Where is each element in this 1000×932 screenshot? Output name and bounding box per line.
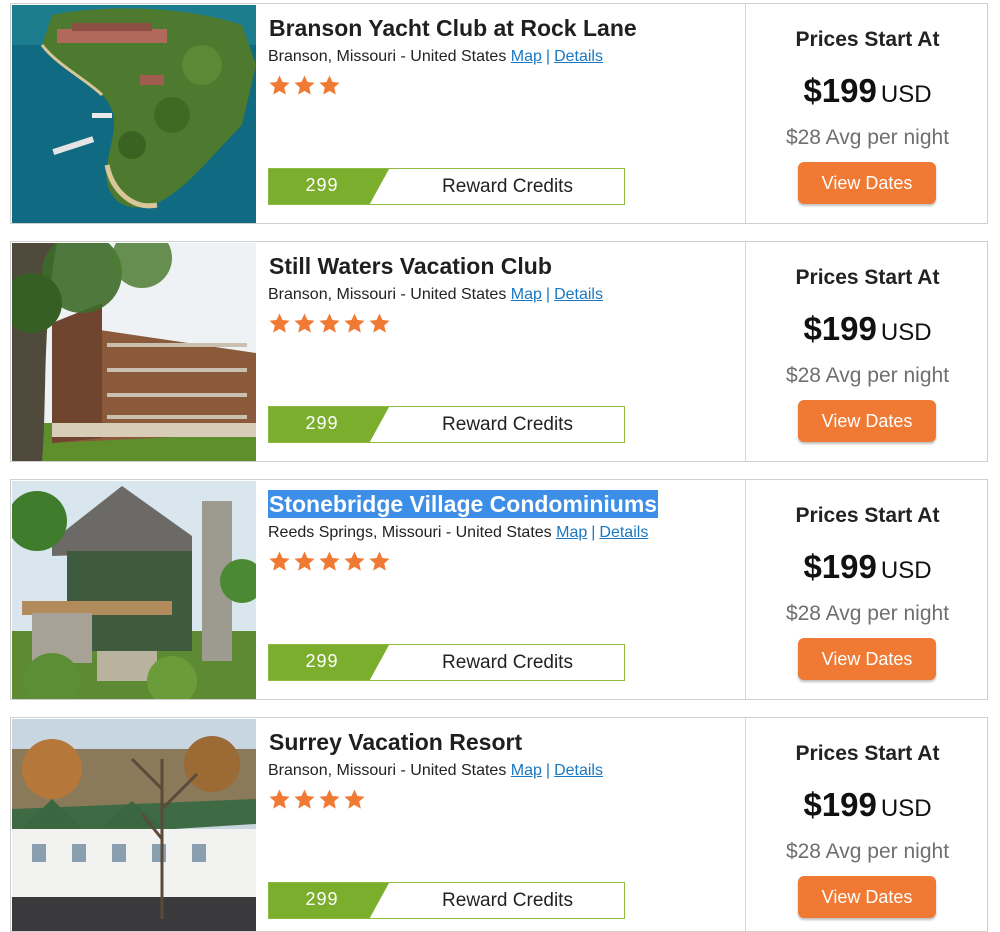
- star-icon: [369, 313, 390, 333]
- link-separator: |: [545, 762, 551, 779]
- view-dates-button[interactable]: View Dates: [798, 638, 936, 680]
- price-header: Prices Start At: [795, 742, 940, 765]
- view-dates-button[interactable]: View Dates: [798, 400, 936, 442]
- star-icon: [269, 789, 290, 809]
- reward-points: 299: [305, 175, 339, 195]
- avg-per-night: $28 Avg per night: [785, 602, 950, 625]
- star-icon: [344, 313, 365, 333]
- price-value: $199: [803, 72, 877, 109]
- details-link[interactable]: Details: [554, 286, 603, 303]
- reward-credits: 299 Reward Credits: [268, 882, 625, 919]
- location-text: Branson, Missouri - United States: [268, 762, 507, 779]
- star-icon: [344, 551, 365, 571]
- resort-name-selected[interactable]: Stonebridge Village Condominiums: [268, 490, 659, 518]
- star-rating: [268, 550, 391, 573]
- map-link[interactable]: Map: [511, 762, 542, 779]
- resort-location: Reeds Springs, Missouri - United States …: [268, 524, 648, 542]
- location-text: Reeds Springs, Missouri - United States: [268, 524, 552, 541]
- resort-location: Branson, Missouri - United States Map | De…: [268, 762, 603, 780]
- price-panel: Prices Start At $199 USD $28 Avg per nigh…: [746, 242, 987, 461]
- reward-points: 299: [305, 651, 339, 671]
- link-separator: |: [545, 48, 551, 65]
- star-icon: [269, 551, 290, 571]
- star-icon: [294, 313, 315, 333]
- avg-per-night: $28 Avg per night: [785, 126, 950, 149]
- reward-credits: 299 Reward Credits: [268, 406, 625, 443]
- resort-info: Surrey Vacation Resort Branson, Missouri…: [268, 718, 748, 931]
- resort-photo[interactable]: [12, 5, 256, 223]
- price-amount: $199 USD: [746, 310, 987, 348]
- star-rating: [268, 312, 391, 335]
- details-link[interactable]: Details: [554, 48, 603, 65]
- price-amount: $199 USD: [746, 548, 987, 586]
- price-panel: Prices Start At $199 USD $28 Avg per nigh…: [746, 718, 987, 931]
- reward-credits: 299 Reward Credits: [268, 644, 625, 681]
- resort-name[interactable]: Still Waters Vacation Club: [268, 252, 553, 280]
- details-link[interactable]: Details: [554, 762, 603, 779]
- resort-photo[interactable]: [12, 243, 256, 461]
- reward-label: Reward Credits: [442, 414, 573, 435]
- price-value: $199: [803, 786, 877, 823]
- reward-points: 299: [305, 889, 339, 909]
- price-header: Prices Start At: [795, 28, 940, 51]
- link-separator: |: [591, 524, 596, 541]
- reward-credits: 299 Reward Credits: [268, 168, 625, 205]
- resort-name[interactable]: Surrey Vacation Resort: [268, 728, 523, 756]
- star-icon: [319, 313, 340, 333]
- resort-name[interactable]: Branson Yacht Club at Rock Lane: [268, 14, 638, 42]
- location-text: Branson, Missouri - United States: [268, 286, 507, 303]
- price-value: $199: [803, 548, 877, 585]
- star-icon: [319, 551, 340, 571]
- star-icon: [294, 75, 315, 95]
- price-amount: $199 USD: [746, 72, 987, 110]
- avg-per-night: $28 Avg per night: [785, 364, 950, 387]
- resort-card: Stonebridge Village Condominiums Reeds S…: [10, 479, 988, 700]
- view-dates-button[interactable]: View Dates: [798, 876, 936, 918]
- map-link[interactable]: Map: [556, 524, 587, 541]
- price-currency: USD: [880, 81, 932, 108]
- star-rating: [268, 74, 341, 97]
- star-rating: [268, 788, 366, 811]
- map-link[interactable]: Map: [511, 286, 542, 303]
- price-amount: $199 USD: [746, 786, 987, 824]
- resort-card: Still Waters Vacation Club Branson, Miss…: [10, 241, 988, 462]
- price-value: $199: [803, 310, 877, 347]
- resort-info: Still Waters Vacation Club Branson, Miss…: [268, 242, 748, 461]
- details-link[interactable]: Details: [599, 524, 648, 541]
- avg-per-night: $28 Avg per night: [785, 840, 950, 863]
- star-icon: [269, 75, 290, 95]
- link-separator: |: [545, 286, 551, 303]
- resort-location: Branson, Missouri - United States Map | De…: [268, 286, 603, 304]
- reward-label: Reward Credits: [442, 890, 573, 911]
- star-icon: [294, 789, 315, 809]
- resort-photo[interactable]: [12, 481, 256, 699]
- price-panel: Prices Start At $199 USD $28 Avg per nigh…: [746, 480, 987, 699]
- resort-location: Branson, Missouri - United States Map | De…: [268, 48, 603, 66]
- star-icon: [369, 551, 390, 571]
- price-currency: USD: [880, 557, 932, 584]
- price-header: Prices Start At: [795, 504, 940, 527]
- view-dates-button[interactable]: View Dates: [798, 162, 936, 204]
- price-panel: Prices Start At $199 USD $28 Avg per nigh…: [746, 4, 987, 223]
- reward-points: 299: [305, 413, 339, 433]
- resort-photo[interactable]: [12, 719, 256, 931]
- resort-card: Branson Yacht Club at Rock Lane Branson,…: [10, 3, 988, 224]
- resort-info: Stonebridge Village Condominiums Reeds S…: [268, 480, 748, 699]
- star-icon: [294, 551, 315, 571]
- location-text: Branson, Missouri - United States: [268, 48, 507, 65]
- star-icon: [269, 313, 290, 333]
- price-currency: USD: [880, 319, 932, 346]
- price-header: Prices Start At: [795, 266, 940, 289]
- star-icon: [319, 75, 340, 95]
- map-link[interactable]: Map: [511, 48, 542, 65]
- reward-label: Reward Credits: [442, 652, 573, 673]
- star-icon: [344, 789, 365, 809]
- reward-label: Reward Credits: [442, 176, 573, 197]
- resort-info: Branson Yacht Club at Rock Lane Branson,…: [268, 4, 748, 223]
- price-currency: USD: [880, 795, 932, 822]
- star-icon: [319, 789, 340, 809]
- resort-list: Branson Yacht Club at Rock Lane Branson,…: [0, 0, 1000, 932]
- resort-card: Surrey Vacation Resort Branson, Missouri…: [10, 717, 988, 932]
